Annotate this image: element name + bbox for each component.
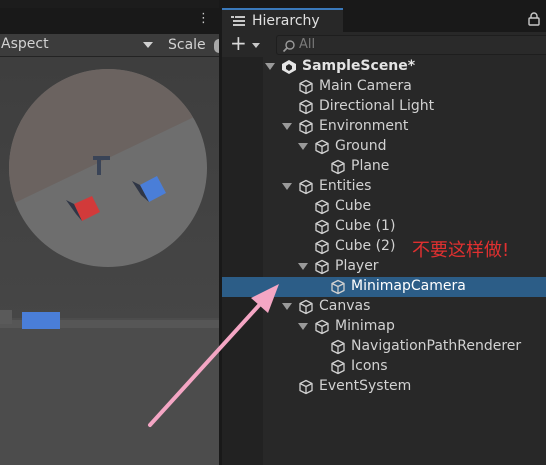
annotation-arrow [148,284,279,427]
